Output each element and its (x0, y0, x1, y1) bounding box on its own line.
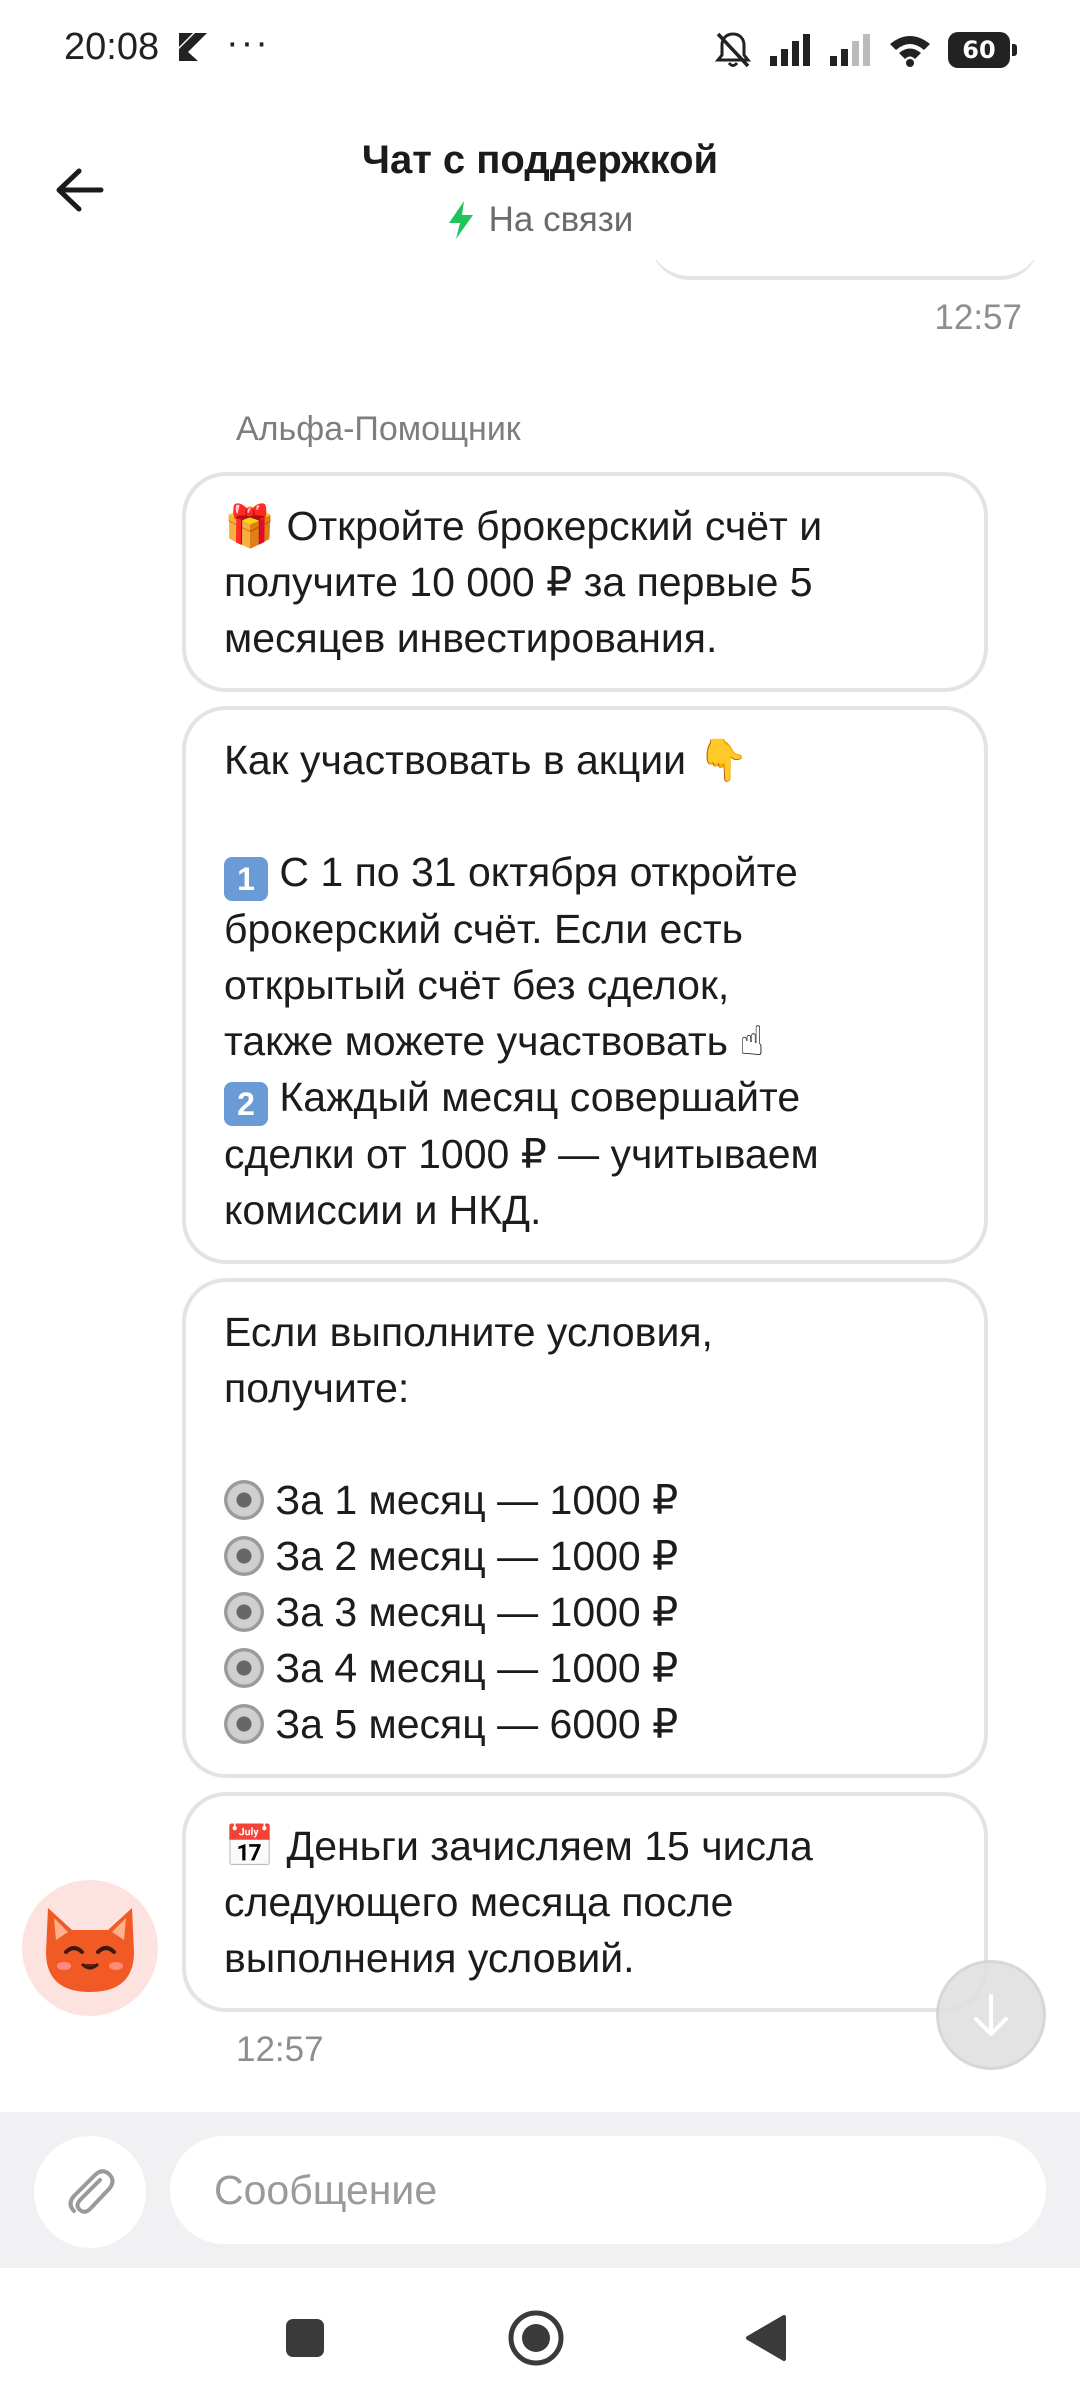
signal-2-icon (830, 34, 870, 66)
message-text: брокерский счёт. Если есть (224, 906, 743, 952)
message-composer (0, 2112, 1080, 2268)
message-text: также можете участвовать (224, 1018, 729, 1064)
message-text: выполнения условий. (224, 1935, 635, 1981)
pointing-up-icon: ☝ (739, 1017, 765, 1065)
radio-button-icon (224, 1704, 264, 1744)
message-text: Каждый месяц совершайте (279, 1074, 801, 1120)
status-time: 20:08 (64, 26, 160, 68)
message-text: следующего месяца после (224, 1879, 734, 1925)
recents-button[interactable] (265, 2298, 345, 2378)
assistant-avatar (22, 1880, 158, 2016)
message-text: комиссии и НКД. (224, 1187, 542, 1233)
message-text: Если выполните условия, (224, 1309, 713, 1355)
message-time: 12:57 (236, 2030, 324, 2069)
square-icon (286, 2319, 324, 2357)
message-text: С 1 по 31 октября откройте (279, 849, 798, 895)
message-time: 12:57 (934, 298, 1022, 337)
keycap-2-icon: 2 (224, 1082, 268, 1126)
reward-text: За 4 месяц — 1000 ₽ (275, 1645, 679, 1691)
back-nav-button[interactable] (726, 2298, 806, 2378)
calendar-icon: 📅 (224, 1822, 276, 1870)
message-bubble: Если выполните условия, получите: За 1 м… (182, 1278, 988, 1778)
online-status: На связи (0, 200, 1080, 240)
sender-name: Альфа-Помощник (236, 410, 521, 448)
signal-icon (770, 34, 810, 66)
reward-item: За 2 месяц — 1000 ₽ (224, 1528, 946, 1584)
message-text: Откройте брокерский счёт и (286, 503, 823, 549)
bell-off-icon (714, 32, 752, 68)
message-text: Деньги зачисляем 15 числа (286, 1823, 813, 1869)
reward-item: За 1 месяц — 1000 ₽ (224, 1472, 946, 1528)
attach-button[interactable] (34, 2136, 146, 2248)
battery-indicator: 60 (948, 32, 1017, 68)
message-bubble: 📅 Деньги зачисляем 15 числа следующего м… (182, 1792, 988, 2012)
cat-face-icon (46, 1908, 134, 1992)
message-input[interactable] (170, 2136, 1046, 2244)
page-title: Чат с поддержкой (361, 138, 719, 182)
wifi-icon (890, 36, 930, 67)
radio-button-icon (224, 1648, 264, 1688)
message-bubble: 🎁 Откройте брокерский счёт и получите 10… (182, 472, 988, 692)
lightning-icon (448, 201, 473, 239)
message-bubble: Как участвовать в акции 👇 1 С 1 по 31 ок… (182, 706, 988, 1264)
scroll-down-button[interactable] (936, 1960, 1046, 2070)
more-notifications-icon: ··· (226, 22, 270, 64)
radio-button-icon (224, 1480, 264, 1520)
status-bar: 20:08 ··· 60 (0, 0, 1080, 100)
reward-text: За 5 месяц — 6000 ₽ (275, 1701, 679, 1747)
app-notification-icon (179, 33, 207, 61)
message-text: сделки от 1000 ₽ — учитываем (224, 1131, 819, 1177)
reward-text: За 1 месяц — 1000 ₽ (275, 1477, 679, 1523)
triangle-back-icon (746, 2315, 786, 2361)
message-text: получите 10 000 ₽ за первые 5 (224, 559, 813, 605)
message-text: получите: (224, 1365, 410, 1411)
reward-item: За 5 месяц — 6000 ₽ (224, 1696, 946, 1752)
reward-text: За 3 месяц — 1000 ₽ (275, 1589, 679, 1635)
message-text: открытый счёт без сделок, (224, 962, 730, 1008)
circle-icon (508, 2310, 564, 2366)
radio-button-icon (224, 1536, 264, 1576)
gift-icon: 🎁 (224, 502, 276, 550)
reward-text: За 2 месяц — 1000 ₽ (275, 1533, 679, 1579)
message-text: месяцев инвестирования. (224, 615, 718, 661)
arrow-down-icon (974, 1994, 1008, 2036)
reward-item: За 4 месяц — 1000 ₽ (224, 1640, 946, 1696)
keycap-1-icon: 1 (224, 857, 268, 901)
home-button[interactable] (496, 2298, 576, 2378)
online-status-label: На связи (488, 200, 634, 239)
message-text: Как участвовать в акции (224, 737, 687, 783)
reward-item: За 3 месяц — 1000 ₽ (224, 1584, 946, 1640)
radio-button-icon (224, 1592, 264, 1632)
pointing-down-icon: 👇 (697, 736, 749, 784)
paperclip-icon (68, 2169, 115, 2214)
chat-header: Чат с поддержкой На связи (0, 100, 1080, 260)
system-navigation-bar (0, 2268, 1080, 2400)
status-icons: 60 (714, 28, 1017, 72)
